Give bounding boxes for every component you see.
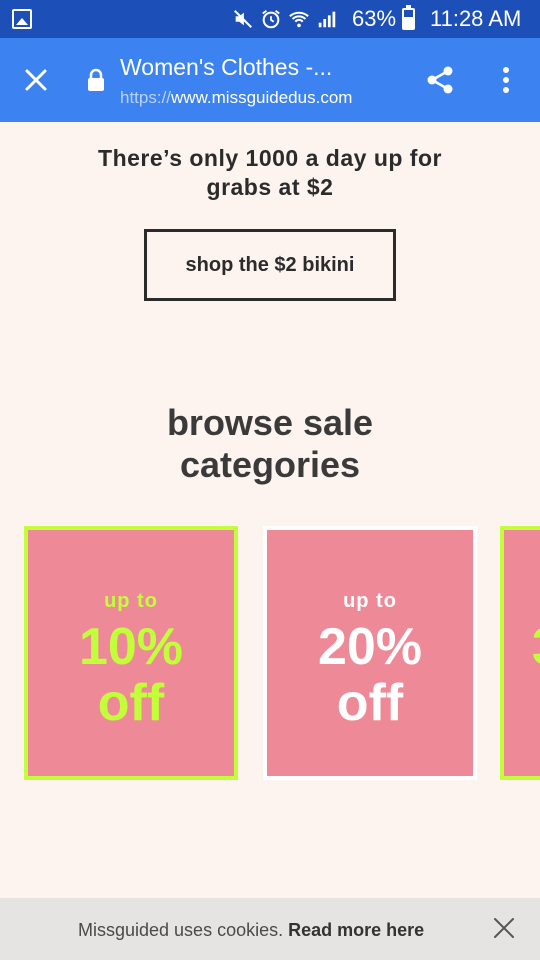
tile-percent: 3 — [504, 620, 540, 674]
status-bar: 63% 11:28 AM — [0, 0, 540, 38]
tile-upto: up to — [104, 590, 158, 612]
tile-off: off — [97, 674, 165, 732]
browse-line-2: categories — [179, 444, 361, 485]
tile-off: off — [336, 674, 404, 732]
cookie-close-icon[interactable] — [492, 916, 516, 940]
cookie-message: Missguided uses cookies. Read more here — [78, 920, 424, 941]
browser-toolbar: Women's Clothes -... https://www.missgui… — [0, 38, 540, 122]
more-vert-icon[interactable] — [494, 66, 518, 94]
shop-bikini-button[interactable]: shop the $2 bikini — [144, 229, 396, 301]
battery-percent: 63% — [352, 6, 397, 31]
url-protocol: https:// — [120, 88, 172, 107]
status-icons — [232, 8, 338, 30]
wifi-icon — [289, 11, 309, 28]
battery-icon — [402, 5, 415, 30]
signal-icon — [318, 11, 336, 28]
promo-text: There’s only 1000 a day up for grabs at … — [0, 144, 540, 202]
clock: 11:28 AM — [430, 6, 522, 31]
url-host: www.missguidedus.com — [171, 88, 353, 107]
alarm-icon — [262, 10, 280, 29]
tile-percent: 10% — [78, 618, 184, 676]
tile-percent: 20% — [317, 618, 423, 676]
sale-tile-20[interactable]: up to 20% off — [263, 526, 477, 780]
cookie-text: Missguided uses cookies. — [78, 920, 284, 940]
tile-upto: up to — [343, 590, 397, 612]
promo-line-2: grabs at $2 — [206, 174, 334, 200]
promo-line-1: There’s only 1000 a day up for — [98, 145, 442, 171]
lock-icon — [88, 68, 104, 91]
sale-tile-30-partial[interactable]: 3 — [500, 526, 540, 780]
sale-tile-10[interactable]: up to 10% off — [24, 526, 238, 780]
browse-heading: browse sale categories — [0, 402, 540, 486]
close-icon[interactable] — [22, 66, 50, 94]
cookie-read-more-link[interactable]: Read more here — [288, 920, 424, 940]
browse-line-1: browse sale — [166, 402, 374, 443]
battery-level-fill — [404, 16, 413, 28]
cookie-banner: Missguided uses cookies. Read more here — [0, 898, 540, 960]
page-url[interactable]: https://www.missguidedus.com — [120, 88, 352, 108]
page-title[interactable]: Women's Clothes -... — [120, 54, 332, 81]
share-icon[interactable] — [424, 64, 456, 96]
mute-icon — [234, 10, 252, 28]
gallery-icon — [12, 9, 32, 29]
